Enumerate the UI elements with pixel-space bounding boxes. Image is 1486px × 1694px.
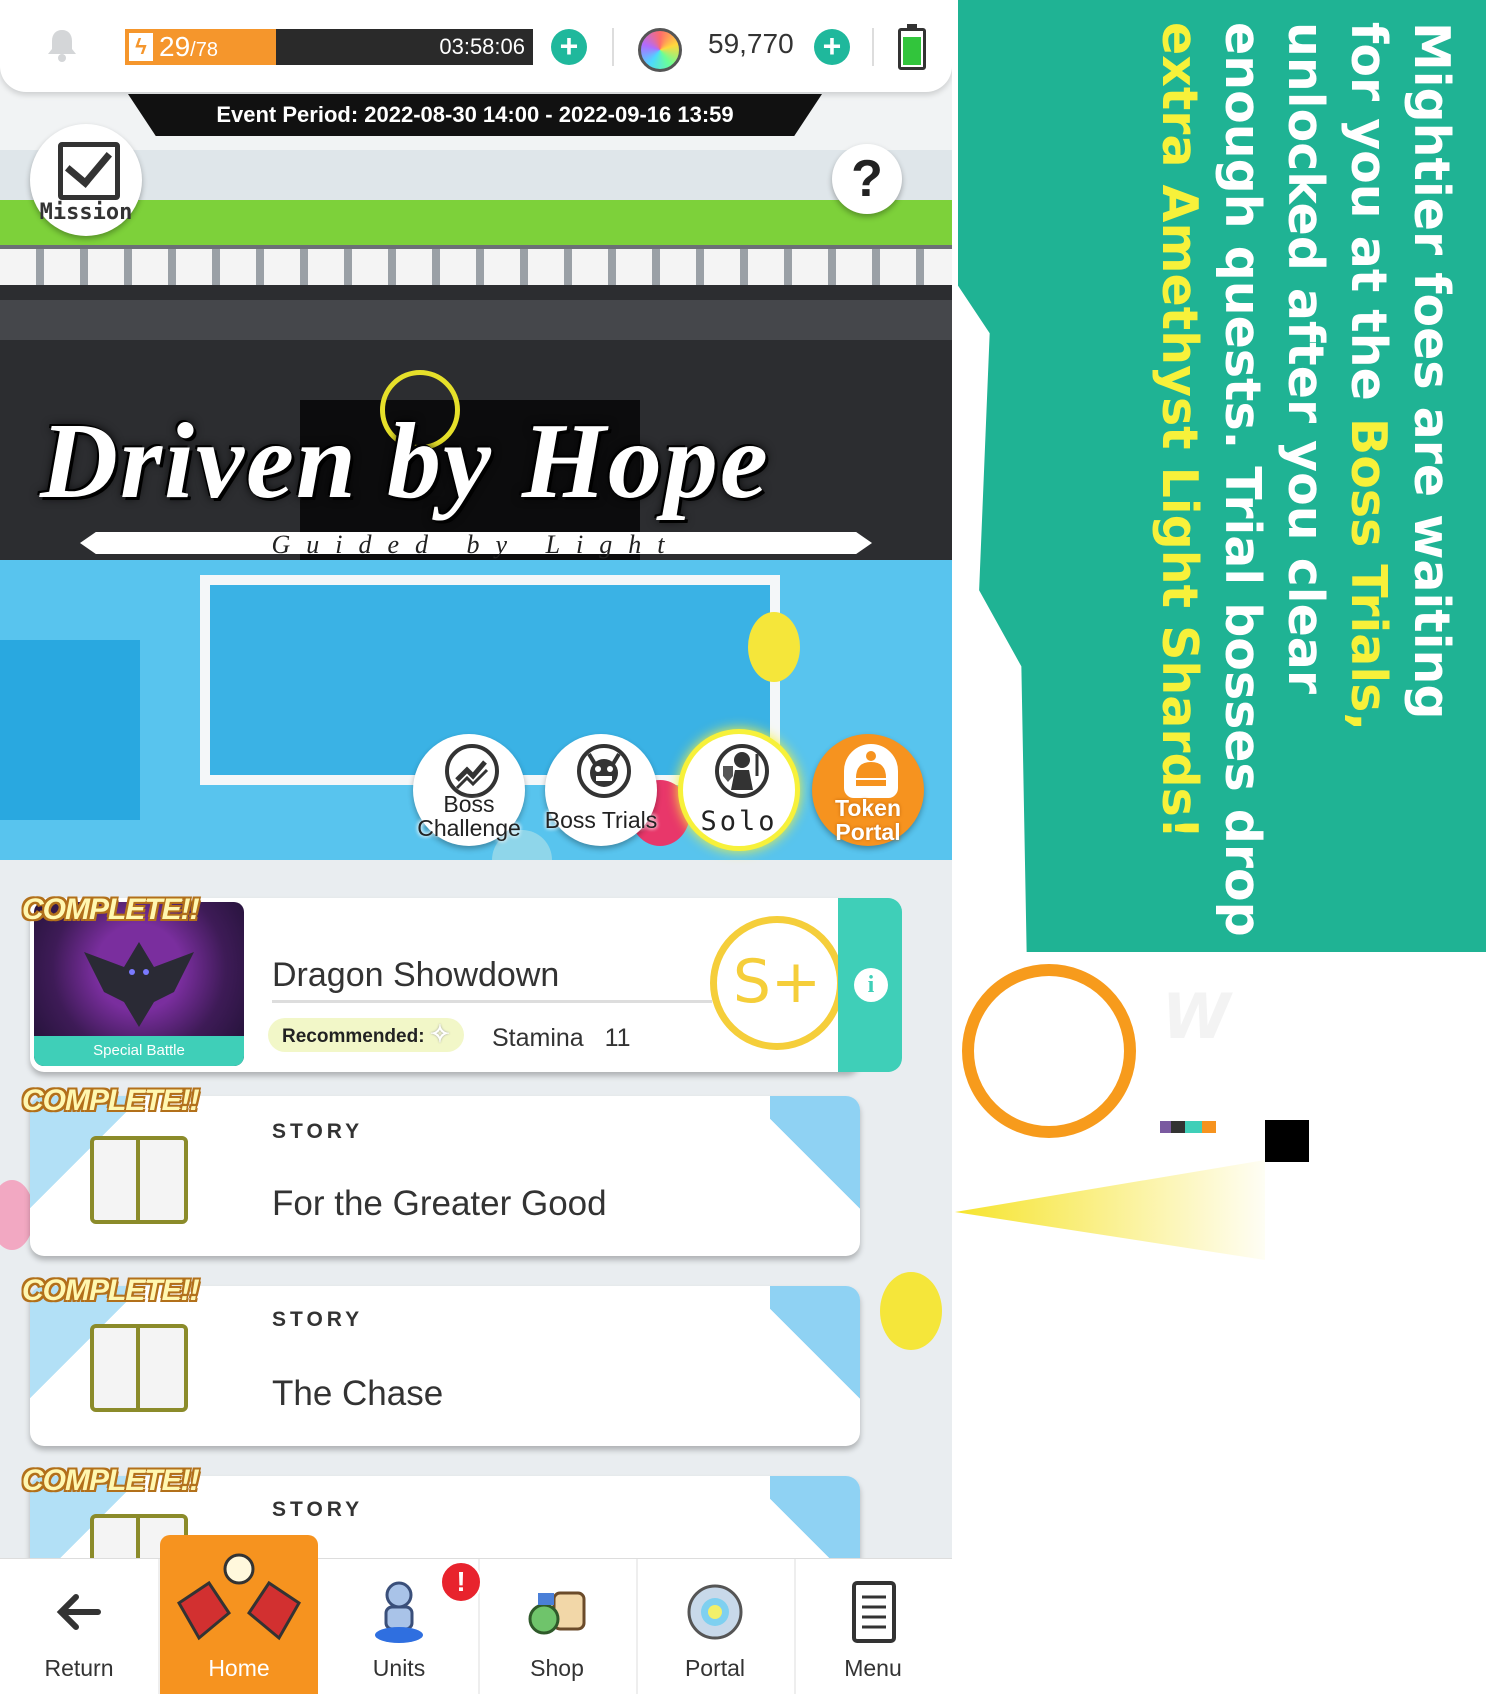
watermark-logo: W (1162, 980, 1231, 1053)
mission-button[interactable]: Mission (30, 124, 142, 236)
stamina-bar: ϟ 29/78 03:58:06 (125, 29, 533, 65)
solo-button[interactable]: Solo (678, 729, 800, 851)
add-stamina-button[interactable]: + (551, 29, 587, 65)
chart-up-icon (445, 744, 499, 798)
bell-icon[interactable] (46, 28, 78, 62)
arrow-left-icon (56, 1594, 101, 1630)
nav-menu[interactable]: Menu (794, 1559, 952, 1694)
complete-badge: COMPLETE!! (22, 1274, 200, 1307)
story-tag: STORY (272, 1498, 364, 1521)
nav-portal[interactable]: Portal (636, 1559, 796, 1694)
boss-trials-button[interactable]: Boss Trials (545, 734, 657, 846)
token-portal-button[interactable]: Token Portal (812, 734, 924, 846)
complete-badge: COMPLETE!! (22, 1464, 200, 1497)
nav-shop-label: Shop (530, 1655, 584, 1681)
mini-thumbnail (1160, 1121, 1216, 1133)
star-icon: ✧ (429, 1021, 450, 1048)
info-icon[interactable]: i (854, 968, 888, 1002)
story-name: The Chase (272, 1374, 444, 1413)
divider (872, 28, 874, 66)
pool-left (0, 640, 140, 820)
token-bag-icon (844, 744, 898, 798)
story-name: For the Greater Good (272, 1184, 607, 1223)
promo-highlight-boss-trials: Boss Trials, (1340, 417, 1397, 731)
lightning-icon: ϟ (129, 33, 153, 61)
gem-icon (638, 28, 682, 72)
book-icon (90, 1324, 188, 1412)
status-bar: ϟ 29/78 03:58:06 + 59,770 + (0, 0, 952, 92)
quest-card-story[interactable]: STORY For the Greater Good (30, 1096, 860, 1256)
gem-count: 59,770 (708, 28, 794, 59)
black-square (1265, 1120, 1309, 1162)
card-decoration (770, 1286, 860, 1446)
rank-badge: S+ (710, 916, 844, 1050)
promo-line-2a: for you at the (1340, 22, 1397, 418)
promo-banner: Mightier foes are waiting for you at the… (958, 0, 1486, 952)
quest-name: Dragon Showdown (272, 956, 560, 994)
boss-challenge-button[interactable]: Boss Challenge (413, 734, 525, 846)
solo-label: Solo (700, 806, 778, 837)
promo-line-3: unlocked after you clear (1277, 22, 1334, 695)
quest-card-story[interactable]: STORY The Chase (30, 1286, 860, 1446)
help-button[interactable]: ? (832, 144, 902, 214)
menu-icon (852, 1581, 896, 1643)
book-icon (90, 1136, 188, 1224)
boss-challenge-label: Boss Challenge (417, 791, 521, 841)
mission-label: Mission (39, 200, 133, 225)
boss-trials-label: Boss Trials (544, 807, 658, 833)
promo-text: Mightier foes are waiting for you at the… (1148, 22, 1463, 1122)
spotlight-beam (955, 1160, 1265, 1260)
nav-home[interactable]: Home (160, 1535, 318, 1694)
nav-portal-label: Portal (684, 1655, 746, 1681)
recommended-pill: Recommended: ✧ (268, 1018, 464, 1052)
complete-badge: COMPLETE!! (22, 1084, 200, 1117)
balloon-icon (748, 612, 800, 682)
event-title-main: Driven by Hope (40, 402, 770, 521)
divider (612, 28, 614, 66)
token-portal-label: Token Portal (834, 795, 902, 845)
nav-home-label: Home (208, 1655, 270, 1681)
solo-fighter-icon (715, 744, 769, 798)
nav-shop[interactable]: Shop (478, 1559, 638, 1694)
promo-line-5: extra Amethyst Light Shards! (1151, 22, 1208, 840)
battery-icon (898, 24, 926, 70)
nav-menu-label: Menu (844, 1655, 902, 1681)
stamina-cost: Stamina 11 (492, 1018, 631, 1058)
units-icon (375, 1581, 423, 1643)
portal-icon (687, 1584, 743, 1640)
story-tag: STORY (272, 1308, 364, 1331)
recommended-label: Recommended: (282, 1026, 425, 1047)
stamina-cost-value: 11 (604, 1024, 631, 1052)
quest-info-tab[interactable]: i (838, 898, 902, 1072)
card-decoration (770, 1096, 860, 1256)
checkbox-icon (58, 142, 120, 200)
game-screen: Driven by Hope Guided by Light ϟ 29/78 0… (0, 0, 952, 1694)
story-tag: STORY (272, 1120, 364, 1143)
special-battle-tag: Special Battle (34, 1036, 244, 1066)
divider (272, 1000, 712, 1003)
balloon-icon (880, 1272, 942, 1350)
promo-line-2: for you at the Boss Trials, (1337, 22, 1400, 1122)
nav-units-label: Units (372, 1655, 426, 1681)
units-notification-badge: ! (440, 1561, 482, 1603)
home-icon (177, 1553, 301, 1641)
promo-line-4: enough quests. Trial bosses drop (1214, 22, 1271, 937)
event-period: Event Period: 2022-08-30 14:00 - 2022-09… (128, 94, 822, 136)
add-gems-button[interactable]: + (814, 29, 850, 65)
promo-line-1: Mightier foes are waiting (1403, 22, 1460, 720)
stamina-value: 29/78 (159, 31, 218, 62)
event-subtitle: Guided by Light (271, 530, 681, 559)
demon-face-icon (577, 744, 631, 798)
highlight-ring (962, 964, 1136, 1138)
shop-icon (528, 1591, 586, 1635)
event-title: Driven by Hope Guided by Light (0, 400, 952, 570)
stamina-timer: 03:58:06 (439, 34, 525, 59)
nav-return-label: Return (44, 1655, 114, 1681)
nav-return[interactable]: Return (0, 1559, 160, 1694)
stamina-label: Stamina (492, 1024, 584, 1052)
complete-badge: COMPLETE!! (22, 893, 200, 926)
castle-wall-band (0, 300, 952, 340)
dragon-icon (84, 942, 194, 1027)
